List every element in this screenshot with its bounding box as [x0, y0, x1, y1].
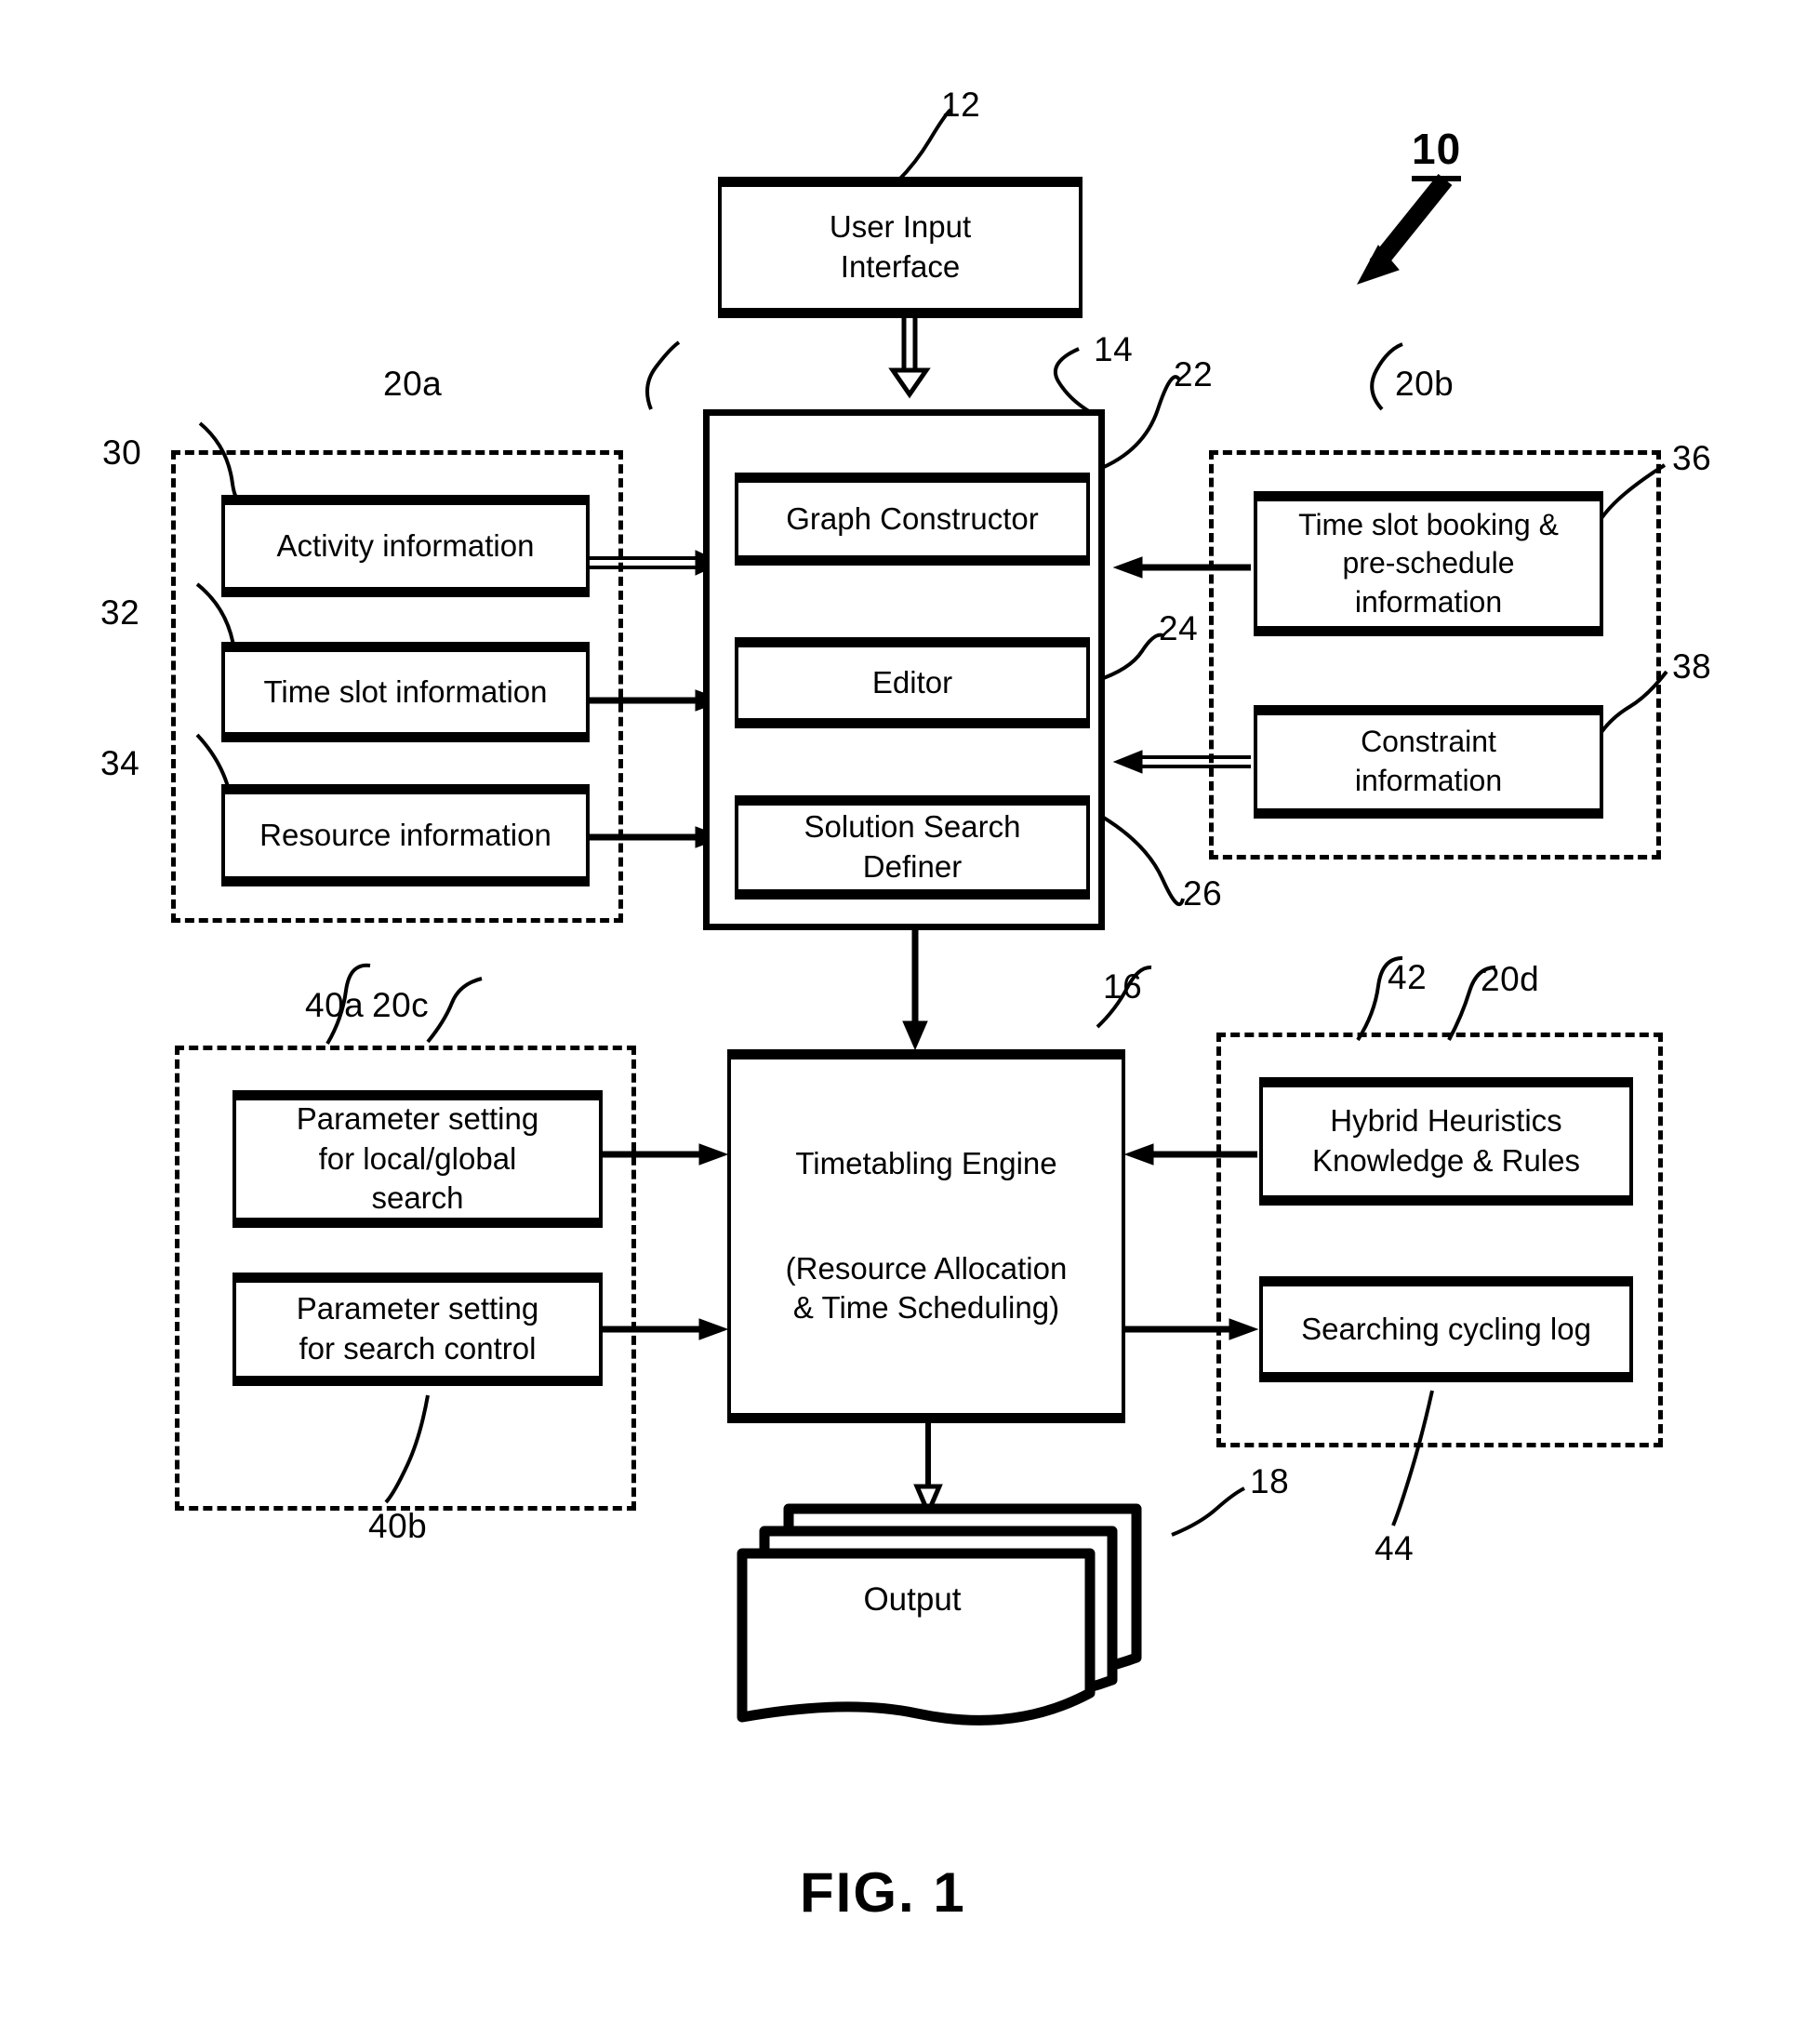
- figure-caption: FIG. 1: [800, 1861, 966, 1924]
- numeral-26: 26: [1183, 874, 1223, 913]
- numeral-14: 14: [1094, 330, 1134, 368]
- wire-engine-to-output: [913, 1423, 943, 1519]
- numeral-30: 30: [102, 433, 142, 472]
- time-slot-booking-information-label: Time slot booking & pre-schedule informa…: [1298, 507, 1559, 619]
- graph-constructor-label: Graph Constructor: [786, 500, 1039, 536]
- numeral-38: 38: [1672, 647, 1712, 686]
- user-input-interface-label: User Input Interface: [829, 209, 972, 284]
- block-constraint-information[interactable]: Constraint information: [1254, 705, 1603, 819]
- block-time-slot-information[interactable]: Time slot information: [221, 642, 590, 742]
- block-editor[interactable]: Editor: [735, 637, 1090, 728]
- searching-cycling-log-label: Searching cycling log: [1301, 1311, 1591, 1346]
- block-solution-search-definer[interactable]: Solution Search Definer: [735, 795, 1090, 900]
- hybrid-heuristics-knowledge-rules-label: Hybrid Heuristics Knowledge & Rules: [1311, 1103, 1580, 1178]
- numeral-12: 12: [941, 86, 981, 124]
- block-hybrid-heuristics-knowledge-rules[interactable]: Hybrid Heuristics Knowledge & Rules: [1259, 1077, 1633, 1206]
- solution-search-definer-label: Solution Search Definer: [804, 809, 1021, 884]
- block-activity-information[interactable]: Activity information: [221, 495, 590, 597]
- block-parameter-setting-local-global-search[interactable]: Parameter setting for local/global searc…: [232, 1090, 603, 1228]
- wire-core-to-engine: [902, 930, 928, 1051]
- numeral-20a: 20a: [383, 365, 443, 403]
- numeral-16: 16: [1103, 967, 1143, 1006]
- resource-information-label: Resource information: [259, 817, 551, 852]
- parameter-setting-search-control-label: Parameter setting for search control: [296, 1291, 539, 1366]
- block-time-slot-booking-information[interactable]: Time slot booking & pre-schedule informa…: [1254, 491, 1603, 636]
- numeral-24: 24: [1159, 609, 1199, 647]
- numeral-40a: 40a: [305, 986, 365, 1024]
- output-label: Output: [863, 1581, 962, 1618]
- numeral-34: 34: [100, 744, 140, 782]
- block-user-input-interface[interactable]: User Input Interface: [718, 177, 1083, 318]
- block-timetabling-engine[interactable]: Timetabling Engine (Resource Allocation …: [727, 1049, 1125, 1423]
- block-graph-constructor[interactable]: Graph Constructor: [735, 473, 1090, 566]
- numeral-10-system: 10: [1412, 124, 1462, 181]
- timetabling-engine-sublabel: (Resource Allocation & Time Scheduling): [785, 1250, 1068, 1326]
- system-leader-arrow: [1356, 174, 1453, 285]
- numeral-40b: 40b: [368, 1507, 428, 1545]
- timetabling-engine-label: Timetabling Engine: [795, 1145, 1057, 1180]
- numeral-32: 32: [100, 593, 140, 632]
- parameter-setting-local-global-search-label: Parameter setting for local/global searc…: [296, 1100, 539, 1216]
- time-slot-information-label: Time slot information: [263, 673, 548, 709]
- numeral-44: 44: [1375, 1529, 1415, 1567]
- block-searching-cycling-log[interactable]: Searching cycling log: [1259, 1276, 1633, 1382]
- numeral-22: 22: [1174, 355, 1214, 393]
- numeral-20d: 20d: [1481, 960, 1540, 998]
- numeral-20c: 20c: [372, 986, 430, 1024]
- numeral-18: 18: [1250, 1462, 1290, 1500]
- activity-information-label: Activity information: [276, 527, 535, 563]
- wire-uii-to-core: [888, 318, 931, 399]
- block-resource-information[interactable]: Resource information: [221, 784, 590, 886]
- block-parameter-setting-search-control[interactable]: Parameter setting for search control: [232, 1273, 603, 1386]
- numeral-36: 36: [1672, 439, 1712, 477]
- patent-figure-sheet: User Input Interface 12 10 14 Graph Cons…: [0, 0, 1820, 2039]
- numeral-42: 42: [1388, 958, 1428, 996]
- editor-label: Editor: [871, 664, 953, 700]
- numeral-20b: 20b: [1395, 365, 1455, 403]
- constraint-information-label: Constraint information: [1354, 725, 1503, 797]
